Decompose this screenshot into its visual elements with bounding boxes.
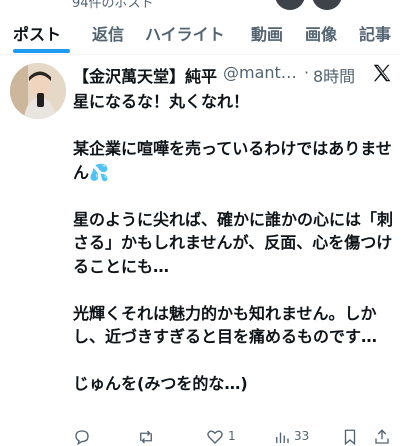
post-text: 星になるな！丸くなれ！ 某企業に喧嘩を売っているわけではありません💦 星のように…	[73, 92, 394, 393]
search-button[interactable]	[275, 0, 305, 10]
profile-tabs: ポスト 返信 ハイライト 動画 画像 記事	[0, 14, 400, 54]
tab-articles[interactable]: 記事	[359, 21, 391, 45]
bookmark-icon[interactable]	[341, 428, 359, 446]
tabs-divider	[0, 54, 400, 55]
like-count: 1	[228, 429, 236, 443]
post-time[interactable]: 8時間	[313, 63, 355, 87]
share-icon[interactable]	[373, 428, 391, 446]
tab-images[interactable]: 画像	[305, 21, 337, 45]
repost-icon[interactable]	[137, 428, 155, 446]
avatar-photo	[10, 63, 66, 119]
x-logo-icon[interactable]	[371, 62, 393, 84]
views-count: 33	[294, 429, 310, 443]
user-handle[interactable]: @mant…	[223, 63, 297, 82]
like-icon[interactable]	[206, 428, 224, 446]
meta-separator: ·	[304, 63, 310, 82]
top-bar: 94件のポスト	[0, 0, 400, 10]
display-name[interactable]: 【金沢萬天堂】純平	[73, 63, 217, 87]
post-header: 【金沢萬天堂】純平 @mant… · 8時間	[73, 62, 398, 86]
views-icon[interactable]	[273, 428, 291, 446]
post-actions: 1 33	[73, 428, 398, 446]
more-button[interactable]	[312, 0, 342, 10]
tab-highlights[interactable]: ハイライト	[145, 21, 225, 45]
tab-replies[interactable]: 返信	[92, 21, 124, 45]
reply-icon[interactable]	[73, 428, 91, 446]
post-count: 94件のポスト	[72, 0, 154, 10]
tab-videos[interactable]: 動画	[251, 21, 283, 45]
active-tab-indicator	[13, 49, 70, 53]
tab-posts[interactable]: ポスト	[13, 21, 61, 45]
avatar[interactable]	[10, 63, 66, 119]
